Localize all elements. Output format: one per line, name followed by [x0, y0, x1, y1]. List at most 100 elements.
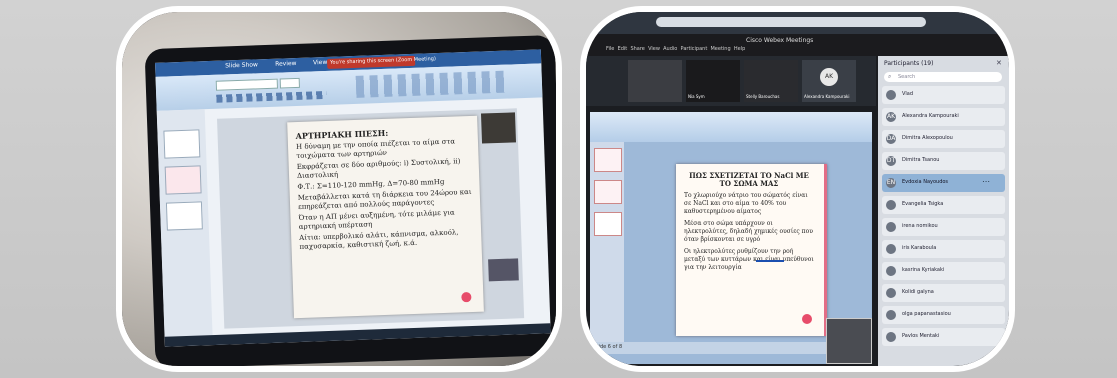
menu-help[interactable]: Help [734, 46, 745, 52]
participant-row[interactable]: Kolidi galyna [882, 284, 1005, 302]
participant-avatar [886, 266, 896, 276]
participant-avatar [886, 332, 896, 342]
slide-thumbnail[interactable] [164, 165, 202, 195]
taskbar [164, 323, 551, 347]
participant-video-thumb [488, 258, 519, 282]
participant-row[interactable]: DT Dimitra Tsanou [882, 152, 1005, 170]
video-tile[interactable] [628, 60, 682, 102]
participant-row[interactable]: olga papanastasiou [882, 306, 1005, 324]
presenter-video-thumb [480, 112, 517, 144]
participant-avatar: DT [886, 156, 896, 166]
slide-counter: Slide 6 of 8 [594, 344, 623, 350]
participant-row[interactable]: DA Dimitra Alexopoulou [882, 130, 1005, 148]
self-view-video[interactable] [826, 318, 872, 364]
shared-screen: ΠΩΣ ΣΧΕΤΙΖΕΤΑΙ ΤΟ NaCl ΜΕ ΤΟ ΣΩΜΑ ΜΑΣ Το… [590, 112, 872, 364]
video-avatar: AK [820, 68, 838, 86]
shared-ribbon [590, 112, 872, 142]
participant-name: Alexandra Kampouraki [902, 113, 959, 119]
participant-row[interactable]: Vlad [882, 86, 1005, 104]
video-tile-name: Alexandra Kampouraki [804, 94, 850, 99]
ribbon-tab-view[interactable]: View [313, 59, 327, 66]
participant-name: Evdoxia Nayoudos [902, 179, 949, 185]
formatting-buttons[interactable] [216, 90, 327, 103]
close-icon[interactable]: ✕ [996, 59, 1002, 67]
participant-name: Dimitra Tsanou [902, 157, 940, 163]
menu-participant[interactable]: Participant [681, 46, 708, 52]
ribbon-tab-review[interactable]: Review [275, 60, 297, 68]
browser-chrome [586, 12, 1009, 34]
current-slide: ΑΡΤΗΡΙΑΚΗ ΠΙΕΣΗ: Η δύναμη με την οποία π… [287, 115, 484, 319]
slide-thumbnail-pane [156, 109, 213, 347]
menu-edit[interactable]: Edit [618, 46, 628, 52]
slide-thumbnail[interactable] [163, 129, 201, 159]
video-tile-name: Stelly Barouchas [746, 94, 780, 99]
participant-row[interactable]: iris Karaboula [882, 240, 1005, 258]
participant-name: Pavlos Mentaki [902, 333, 940, 339]
slide-decoration-dot [802, 314, 812, 324]
left-photo-laptop-powerpoint: Slide Show Review View You're sharing th… [116, 6, 562, 372]
participant-name: Kolidi galyna [902, 289, 934, 295]
slide-thumbnail[interactable] [594, 212, 622, 236]
participant-row-selected[interactable]: EN Evdoxia Nayoudos ⋯ [882, 174, 1005, 192]
participant-row[interactable]: kasrina Kyriakaki [882, 262, 1005, 280]
paragraph-tools[interactable] [355, 70, 507, 98]
menu-file[interactable]: File [606, 46, 614, 52]
participant-avatar [886, 90, 896, 100]
slide-decoration-dot [461, 291, 472, 303]
video-tile[interactable]: Stelly Barouchas [744, 60, 798, 102]
shared-thumbnail-pane [590, 142, 624, 342]
menu-share[interactable]: Share [630, 46, 644, 52]
shared-slide-bullet: Το χλωριούχο νάτριο του σώματός είναι σε… [684, 192, 808, 215]
participant-row[interactable]: Pavlos Mentaki [882, 328, 1005, 346]
participant-avatar [886, 200, 896, 210]
participant-avatar: EN [886, 178, 896, 188]
more-options-icon[interactable]: ⋯ [982, 177, 990, 186]
font-size-box[interactable] [279, 77, 300, 89]
video-tile[interactable]: Nia Sym [686, 60, 740, 102]
participant-row[interactable]: AK Alexandra Kampouraki [882, 108, 1005, 126]
font-name-box[interactable] [215, 78, 278, 91]
participant-avatar: DA [886, 134, 896, 144]
slide-thumbnail[interactable] [594, 148, 622, 172]
video-strip: Nia Sym Stelly Barouchas AK Alexandra Ka… [586, 56, 876, 106]
participant-search-input[interactable]: ⌕ Search [884, 72, 1002, 82]
webex-window-title: Cisco Webex Meetings [746, 37, 814, 44]
annotation-underline [756, 260, 784, 262]
sharing-warning-text: You're sharing this screen (Zoom Meeting… [330, 56, 436, 66]
menu-audio[interactable]: Audio [663, 46, 677, 52]
participant-avatar [886, 222, 896, 232]
participants-header: Participants (19) [884, 60, 934, 67]
participant-name: olga papanastasiou [902, 311, 951, 317]
webex-titlebar: Cisco Webex Meetings File Edit Share Vie… [586, 34, 1009, 56]
slide-thumbnail[interactable] [594, 180, 622, 204]
shared-slide-title: ΠΩΣ ΣΧΕΤΙΖΕΤΑΙ ΤΟ NaCl ΜΕ ΤΟ ΣΩΜΑ ΜΑΣ [689, 171, 809, 188]
shared-slide-bullet: Οι ηλεκτρολύτες ρυθμίζουν την ροή μεταξύ… [684, 248, 814, 271]
participant-name: Dimitra Alexopoulou [902, 135, 953, 141]
participant-avatar [886, 288, 896, 298]
menu-meeting[interactable]: Meeting [710, 46, 730, 52]
slide-text-block: ΑΡΤΗΡΙΑΚΗ ΠΙΕΣΗ: Η δύναμη με την οποία π… [295, 126, 476, 252]
menu-view[interactable]: View [648, 46, 660, 52]
participant-row[interactable]: Evangelia Tsigka [882, 196, 1005, 214]
video-tile[interactable]: AK Alexandra Kampouraki [802, 60, 856, 102]
search-icon: ⌕ [888, 73, 892, 80]
webex-menu-bar: File Edit Share View Audio Participant M… [606, 46, 745, 52]
right-photo-webex-meeting: Cisco Webex Meetings File Edit Share Vie… [580, 6, 1015, 372]
participant-avatar: AK [886, 112, 896, 122]
shared-slide-text: ΠΩΣ ΣΧΕΤΙΖΕΤΑΙ ΤΟ NaCl ΜΕ ΤΟ ΣΩΜΑ ΜΑΣ Το… [684, 172, 814, 272]
slide-bullet: Αίτια: υπερβολικό αλάτι, κάπνισμα, αλκοό… [299, 228, 459, 251]
participant-name: Vlad [902, 91, 914, 97]
participant-avatar [886, 310, 896, 320]
participant-name: irena nomikou [902, 223, 938, 229]
laptop-bezel: Slide Show Review View You're sharing th… [144, 34, 556, 366]
shared-slide-bullet: Μέσα στο σώμα υπάρχουν οι ηλεκτρολύτες, … [684, 220, 813, 243]
participant-avatar [886, 244, 896, 254]
sharing-warning-bar: You're sharing this screen (Zoom Meeting… [326, 55, 436, 69]
search-placeholder: Search [898, 74, 916, 80]
laptop-screen: Slide Show Review View You're sharing th… [155, 49, 551, 347]
participants-panel: Participants (19) ✕ ⌕ Search Vlad AK Alex… [878, 56, 1009, 366]
address-bar[interactable] [656, 17, 926, 27]
participant-row[interactable]: irena nomikou [882, 218, 1005, 236]
slide-thumbnail[interactable] [165, 201, 203, 231]
ribbon-tab-slideshow[interactable]: Slide Show [225, 61, 258, 69]
